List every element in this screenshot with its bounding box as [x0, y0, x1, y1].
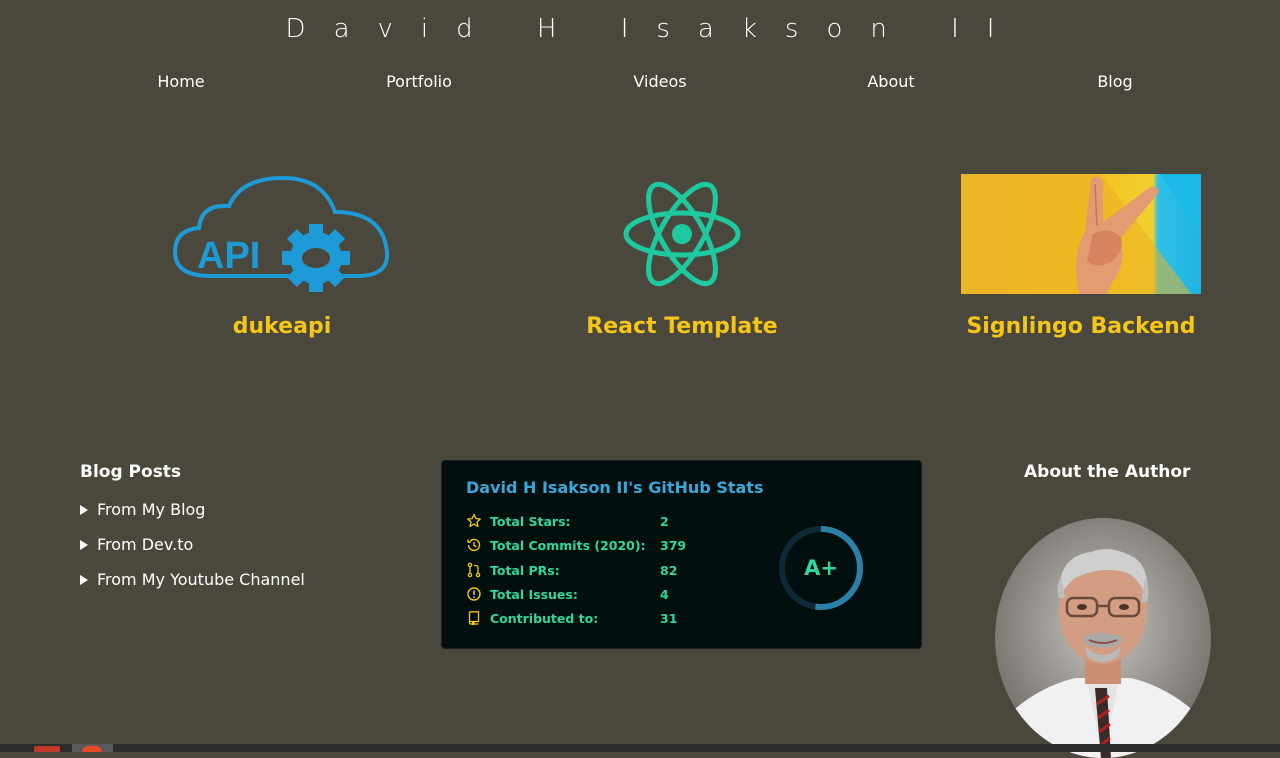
blog-item-youtube[interactable]: From My Youtube Channel [80, 570, 305, 589]
stat-label: Total Commits (2020): [490, 537, 646, 553]
site-title: David H Isakson II [285, 14, 1023, 44]
project-card-signlingo-backend[interactable]: Signlingo Backend [951, 172, 1211, 339]
stat-row-contributed: Contributed to: 31 [466, 608, 677, 628]
taskbar [0, 744, 1280, 752]
svg-text:API: API [197, 235, 260, 277]
stat-label: Total Stars: [490, 513, 571, 529]
blog-posts-section: Blog Posts From My Blog From Dev.to From… [80, 462, 305, 605]
stat-row-stars: Total Stars: 2 [466, 511, 669, 531]
star-icon [467, 513, 481, 528]
blog-item-devto[interactable]: From Dev.to [80, 535, 305, 554]
nav-blog[interactable]: Blog [1097, 72, 1132, 91]
stat-label: Total PRs: [490, 562, 560, 578]
peace-hand-photo [951, 172, 1211, 296]
stat-value: 82 [660, 562, 678, 578]
project-card-react-template[interactable]: React Template [552, 172, 812, 339]
project-title-react-template[interactable]: React Template [552, 314, 812, 339]
nav-portfolio[interactable]: Portfolio [386, 72, 452, 91]
stat-row-issues: Total Issues: 4 [466, 584, 669, 604]
nav-videos[interactable]: Videos [633, 72, 686, 91]
stat-value: 379 [660, 537, 687, 553]
stat-row-prs: Total PRs: 82 [466, 560, 677, 580]
rank-ring: A+ [778, 525, 864, 615]
stat-row-commits: Total Commits (2020): 379 [466, 535, 686, 555]
github-stats-card: David H Isakson II's GitHub Stats Total … [441, 460, 922, 649]
taskbar-app-icon[interactable] [34, 746, 60, 752]
stat-value: 31 [660, 610, 678, 626]
stat-value: 2 [660, 513, 669, 529]
api-cloud-gear-icon: API [152, 172, 412, 296]
stat-value: 4 [660, 586, 669, 602]
pull-request-icon [467, 562, 481, 578]
browser-icon [82, 746, 102, 752]
main-nav: Home Portfolio Videos About Blog [0, 72, 1280, 92]
react-atom-icon [552, 172, 812, 296]
taskbar-active-app[interactable] [72, 744, 113, 752]
nav-home[interactable]: Home [157, 72, 204, 91]
history-icon [467, 538, 481, 552]
about-author-heading: About the Author [1024, 462, 1191, 482]
blog-posts-heading: Blog Posts [80, 462, 182, 482]
project-title-signlingo-backend[interactable]: Signlingo Backend [951, 314, 1211, 339]
stat-label: Total Issues: [490, 586, 578, 602]
author-avatar [995, 518, 1211, 758]
stat-label: Contributed to: [490, 610, 599, 626]
repo-icon [468, 611, 480, 626]
blog-item-label: From My Youtube Channel [97, 570, 305, 589]
blog-item-my-blog[interactable]: From My Blog [80, 500, 305, 519]
nav-about[interactable]: About [867, 72, 914, 91]
issue-icon [467, 587, 481, 601]
disclosure-triangle-icon [80, 574, 88, 585]
project-card-dukeapi[interactable]: API dukeapi [152, 172, 412, 339]
blog-item-label: From Dev.to [97, 535, 194, 554]
blog-item-label: From My Blog [97, 500, 206, 519]
project-title-dukeapi[interactable]: dukeapi [152, 314, 412, 339]
github-stats-title: David H Isakson II's GitHub Stats [466, 478, 764, 497]
disclosure-triangle-icon [80, 539, 88, 550]
disclosure-triangle-icon [80, 504, 88, 515]
rank-grade: A+ [804, 556, 838, 580]
